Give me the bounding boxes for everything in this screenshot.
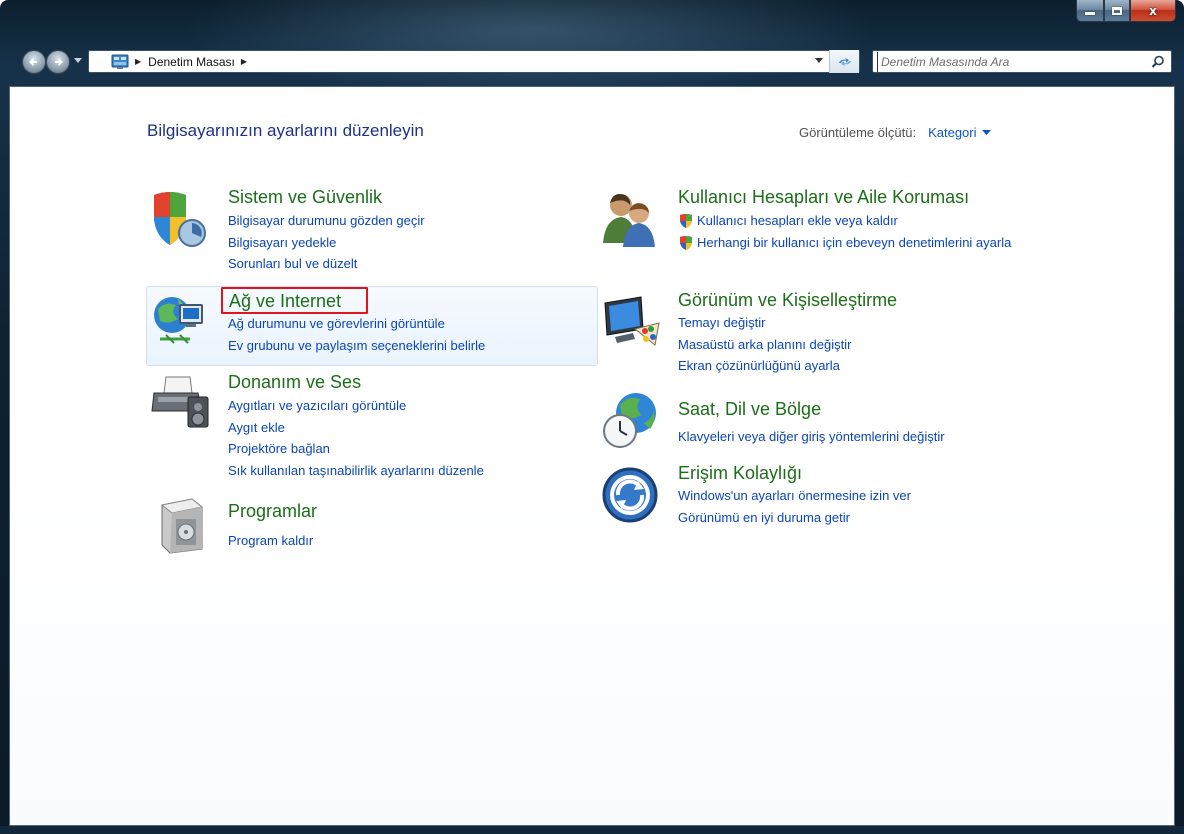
- category-title-clock-language-region[interactable]: Saat, Dil ve Bölge: [678, 399, 821, 420]
- view-by-label: Görüntüleme ölçütü:: [799, 125, 917, 140]
- link-text-parental-controls[interactable]: Herhangi bir kullanıcı için ebeveyn dene…: [697, 232, 1047, 253]
- link-connect-projector[interactable]: Projektöre bağlan: [228, 438, 484, 460]
- network-globe-icon[interactable]: [150, 291, 212, 353]
- refresh-button[interactable]: [829, 50, 859, 73]
- category-links-clock-language-region: Klavyeleri veya diğer giriş yöntemlerini…: [678, 426, 945, 448]
- back-button[interactable]: [22, 50, 46, 74]
- category-links-network-internet: Ağ durumunu ve görevlerini görüntüle Ev …: [228, 313, 485, 356]
- category-links-programs: Program kaldır: [228, 530, 313, 552]
- link-add-remove-user-accounts[interactable]: Kullanıcı hesapları ekle veya kaldır: [678, 210, 1047, 232]
- forward-arrow-icon: [55, 58, 63, 66]
- view-by: Görüntüleme ölçütü: Kategori: [799, 125, 991, 140]
- view-by-dropdown[interactable]: Kategori: [928, 125, 976, 140]
- link-view-devices-printers[interactable]: Aygıtları ve yazıcıları görüntüle: [228, 395, 484, 417]
- address-history-dropdown-icon[interactable]: [815, 58, 823, 64]
- uac-shield-icon: [680, 235, 692, 250]
- uac-shield-icon: [680, 214, 692, 228]
- page-title: Bilgisayarınızın ayarlarını düzenleyin: [147, 121, 424, 140]
- link-uninstall-program[interactable]: Program kaldır: [228, 530, 313, 552]
- printer-speaker-icon[interactable]: [150, 371, 212, 433]
- category-title-ease-of-access[interactable]: Erişim Kolaylığı: [678, 463, 802, 484]
- monitor-palette-icon[interactable]: [601, 293, 663, 355]
- link-change-keyboards-input[interactable]: Klavyeleri veya diğer giriş yöntemlerini…: [678, 426, 945, 448]
- link-mobility-settings[interactable]: Sık kullanılan taşınabilirlik ayarlarını…: [228, 460, 484, 482]
- breadcrumb-control-panel[interactable]: Denetim Masası: [148, 55, 235, 69]
- recent-pages-dropdown[interactable]: [74, 58, 82, 64]
- close-button[interactable]: x: [1130, 0, 1176, 22]
- category-title-programs[interactable]: Programlar: [228, 501, 317, 522]
- link-parental-controls[interactable]: Herhangi bir kullanıcı için ebeveyn dene…: [678, 232, 1047, 253]
- category-links-system-security: Bilgisayar durumunu gözden geçir Bilgisa…: [228, 210, 425, 275]
- link-homegroup-sharing-options[interactable]: Ev grubunu ve paylaşım seçeneklerini bel…: [228, 335, 485, 357]
- ease-of-access-icon[interactable]: [600, 465, 662, 527]
- refresh-icon: [838, 57, 851, 66]
- programs-box-icon[interactable]: [152, 495, 214, 557]
- globe-clock-icon[interactable]: [600, 389, 662, 451]
- link-backup-computer[interactable]: Bilgisayarı yedekle: [228, 232, 425, 254]
- category-links-ease-of-access: Windows'un ayarları önermesine izin ver …: [678, 485, 911, 528]
- control-panel-icon: [111, 54, 129, 69]
- chevron-down-icon[interactable]: [981, 129, 991, 136]
- link-text-add-remove-users[interactable]: Kullanıcı hesapları ekle veya kaldır: [697, 210, 898, 232]
- link-view-network-status[interactable]: Ağ durumunu ve görevlerini görüntüle: [228, 313, 485, 335]
- link-let-windows-suggest-settings[interactable]: Windows'un ayarları önermesine izin ver: [678, 485, 911, 507]
- caption-buttons: x: [1076, 0, 1176, 22]
- link-adjust-screen-resolution[interactable]: Ekran çözünürlüğünü ayarla: [678, 355, 851, 377]
- content-area: Bilgisayarınızın ayarlarını düzenleyin G…: [9, 86, 1175, 826]
- link-change-desktop-background[interactable]: Masaüstü arka planını değiştir: [678, 334, 851, 356]
- link-add-device[interactable]: Aygıt ekle: [228, 417, 484, 439]
- category-title-appearance[interactable]: Görünüm ve Kişiselleştirme: [678, 290, 897, 311]
- maximize-button[interactable]: [1104, 0, 1130, 22]
- category-title-user-accounts[interactable]: Kullanıcı Hesapları ve Aile Koruması: [678, 187, 969, 208]
- breadcrumb-separator-2[interactable]: ▶: [241, 57, 247, 66]
- highlight-annotation-box: [221, 287, 368, 314]
- forward-button[interactable]: [46, 50, 70, 74]
- maximize-icon: [1112, 6, 1122, 15]
- window-bottom-border: [0, 826, 1184, 834]
- link-change-theme[interactable]: Temayı değiştir: [678, 312, 851, 334]
- close-icon: x: [1149, 3, 1157, 18]
- category-title-system-security[interactable]: Sistem ve Güvenlik: [228, 187, 382, 208]
- category-links-hardware-sound: Aygıtları ve yazıcıları görüntüle Aygıt …: [228, 395, 484, 481]
- category-links-user-accounts: Kullanıcı hesapları ekle veya kaldır Her…: [678, 210, 1047, 253]
- link-optimize-visual-display[interactable]: Görünümü en iyi duruma getir: [678, 507, 911, 529]
- search-box[interactable]: [872, 50, 1172, 73]
- address-bar[interactable]: ▶ Denetim Masası ▶: [88, 50, 860, 73]
- navigation-bar: ▶ Denetim Masası ▶: [0, 44, 1184, 78]
- breadcrumb-separator[interactable]: ▶: [135, 57, 141, 66]
- category-links-appearance: Temayı değiştir Masaüstü arka planını de…: [678, 312, 851, 377]
- link-find-fix-problems[interactable]: Sorunları bul ve düzelt: [228, 253, 425, 275]
- users-icon[interactable]: [599, 187, 661, 249]
- search-icon[interactable]: [1151, 55, 1165, 69]
- control-panel-window: x ▶ Denetim Masası ▶ Denetim Masasında A…: [0, 0, 1184, 834]
- link-review-computer-status[interactable]: Bilgisayar durumunu gözden geçir: [228, 210, 425, 232]
- category-title-hardware-sound[interactable]: Donanım ve Ses: [228, 372, 361, 393]
- minimize-button[interactable]: [1076, 0, 1104, 22]
- shield-security-icon[interactable]: [148, 189, 210, 251]
- minimize-icon: [1085, 12, 1095, 15]
- back-arrow-icon: [29, 58, 37, 66]
- search-input[interactable]: [877, 51, 1137, 72]
